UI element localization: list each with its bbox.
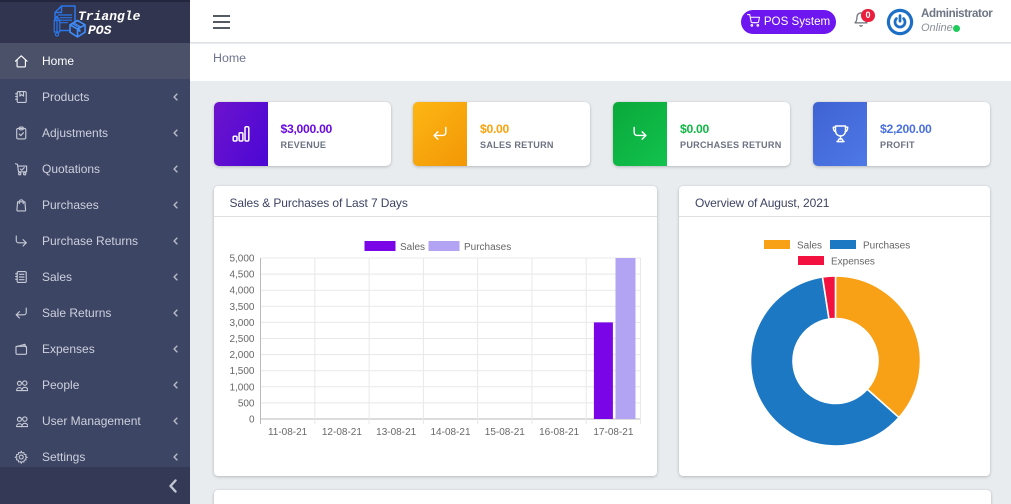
svg-text:16-08-21: 16-08-21 [539, 427, 579, 438]
svg-text:Sales: Sales [400, 242, 425, 253]
svg-text:1,500: 1,500 [229, 366, 254, 377]
svg-text:2,500: 2,500 [229, 334, 254, 345]
svg-text:17-08-21: 17-08-21 [593, 427, 633, 438]
svg-text:Purchases: Purchases [464, 242, 511, 253]
svg-text:1,000: 1,000 [229, 382, 254, 393]
svg-text:12-08-21: 12-08-21 [321, 427, 361, 438]
svg-text:4,500: 4,500 [229, 270, 254, 281]
svg-text:Sales: Sales [797, 241, 822, 252]
svg-text:4,000: 4,000 [229, 286, 254, 297]
svg-text:13-08-21: 13-08-21 [376, 427, 416, 438]
svg-text:2,000: 2,000 [229, 350, 254, 361]
svg-text:3,000: 3,000 [229, 318, 254, 329]
svg-text:0: 0 [248, 415, 254, 426]
svg-text:3,500: 3,500 [229, 302, 254, 313]
svg-text:Purchases: Purchases [863, 241, 910, 252]
svg-text:500: 500 [237, 398, 254, 409]
svg-text:11-08-21: 11-08-21 [267, 427, 307, 438]
svg-text:14-08-21: 14-08-21 [430, 427, 470, 438]
svg-text:5,000: 5,000 [229, 254, 254, 265]
svg-text:Expenses: Expenses [831, 257, 875, 268]
svg-text:15-08-21: 15-08-21 [484, 427, 524, 438]
